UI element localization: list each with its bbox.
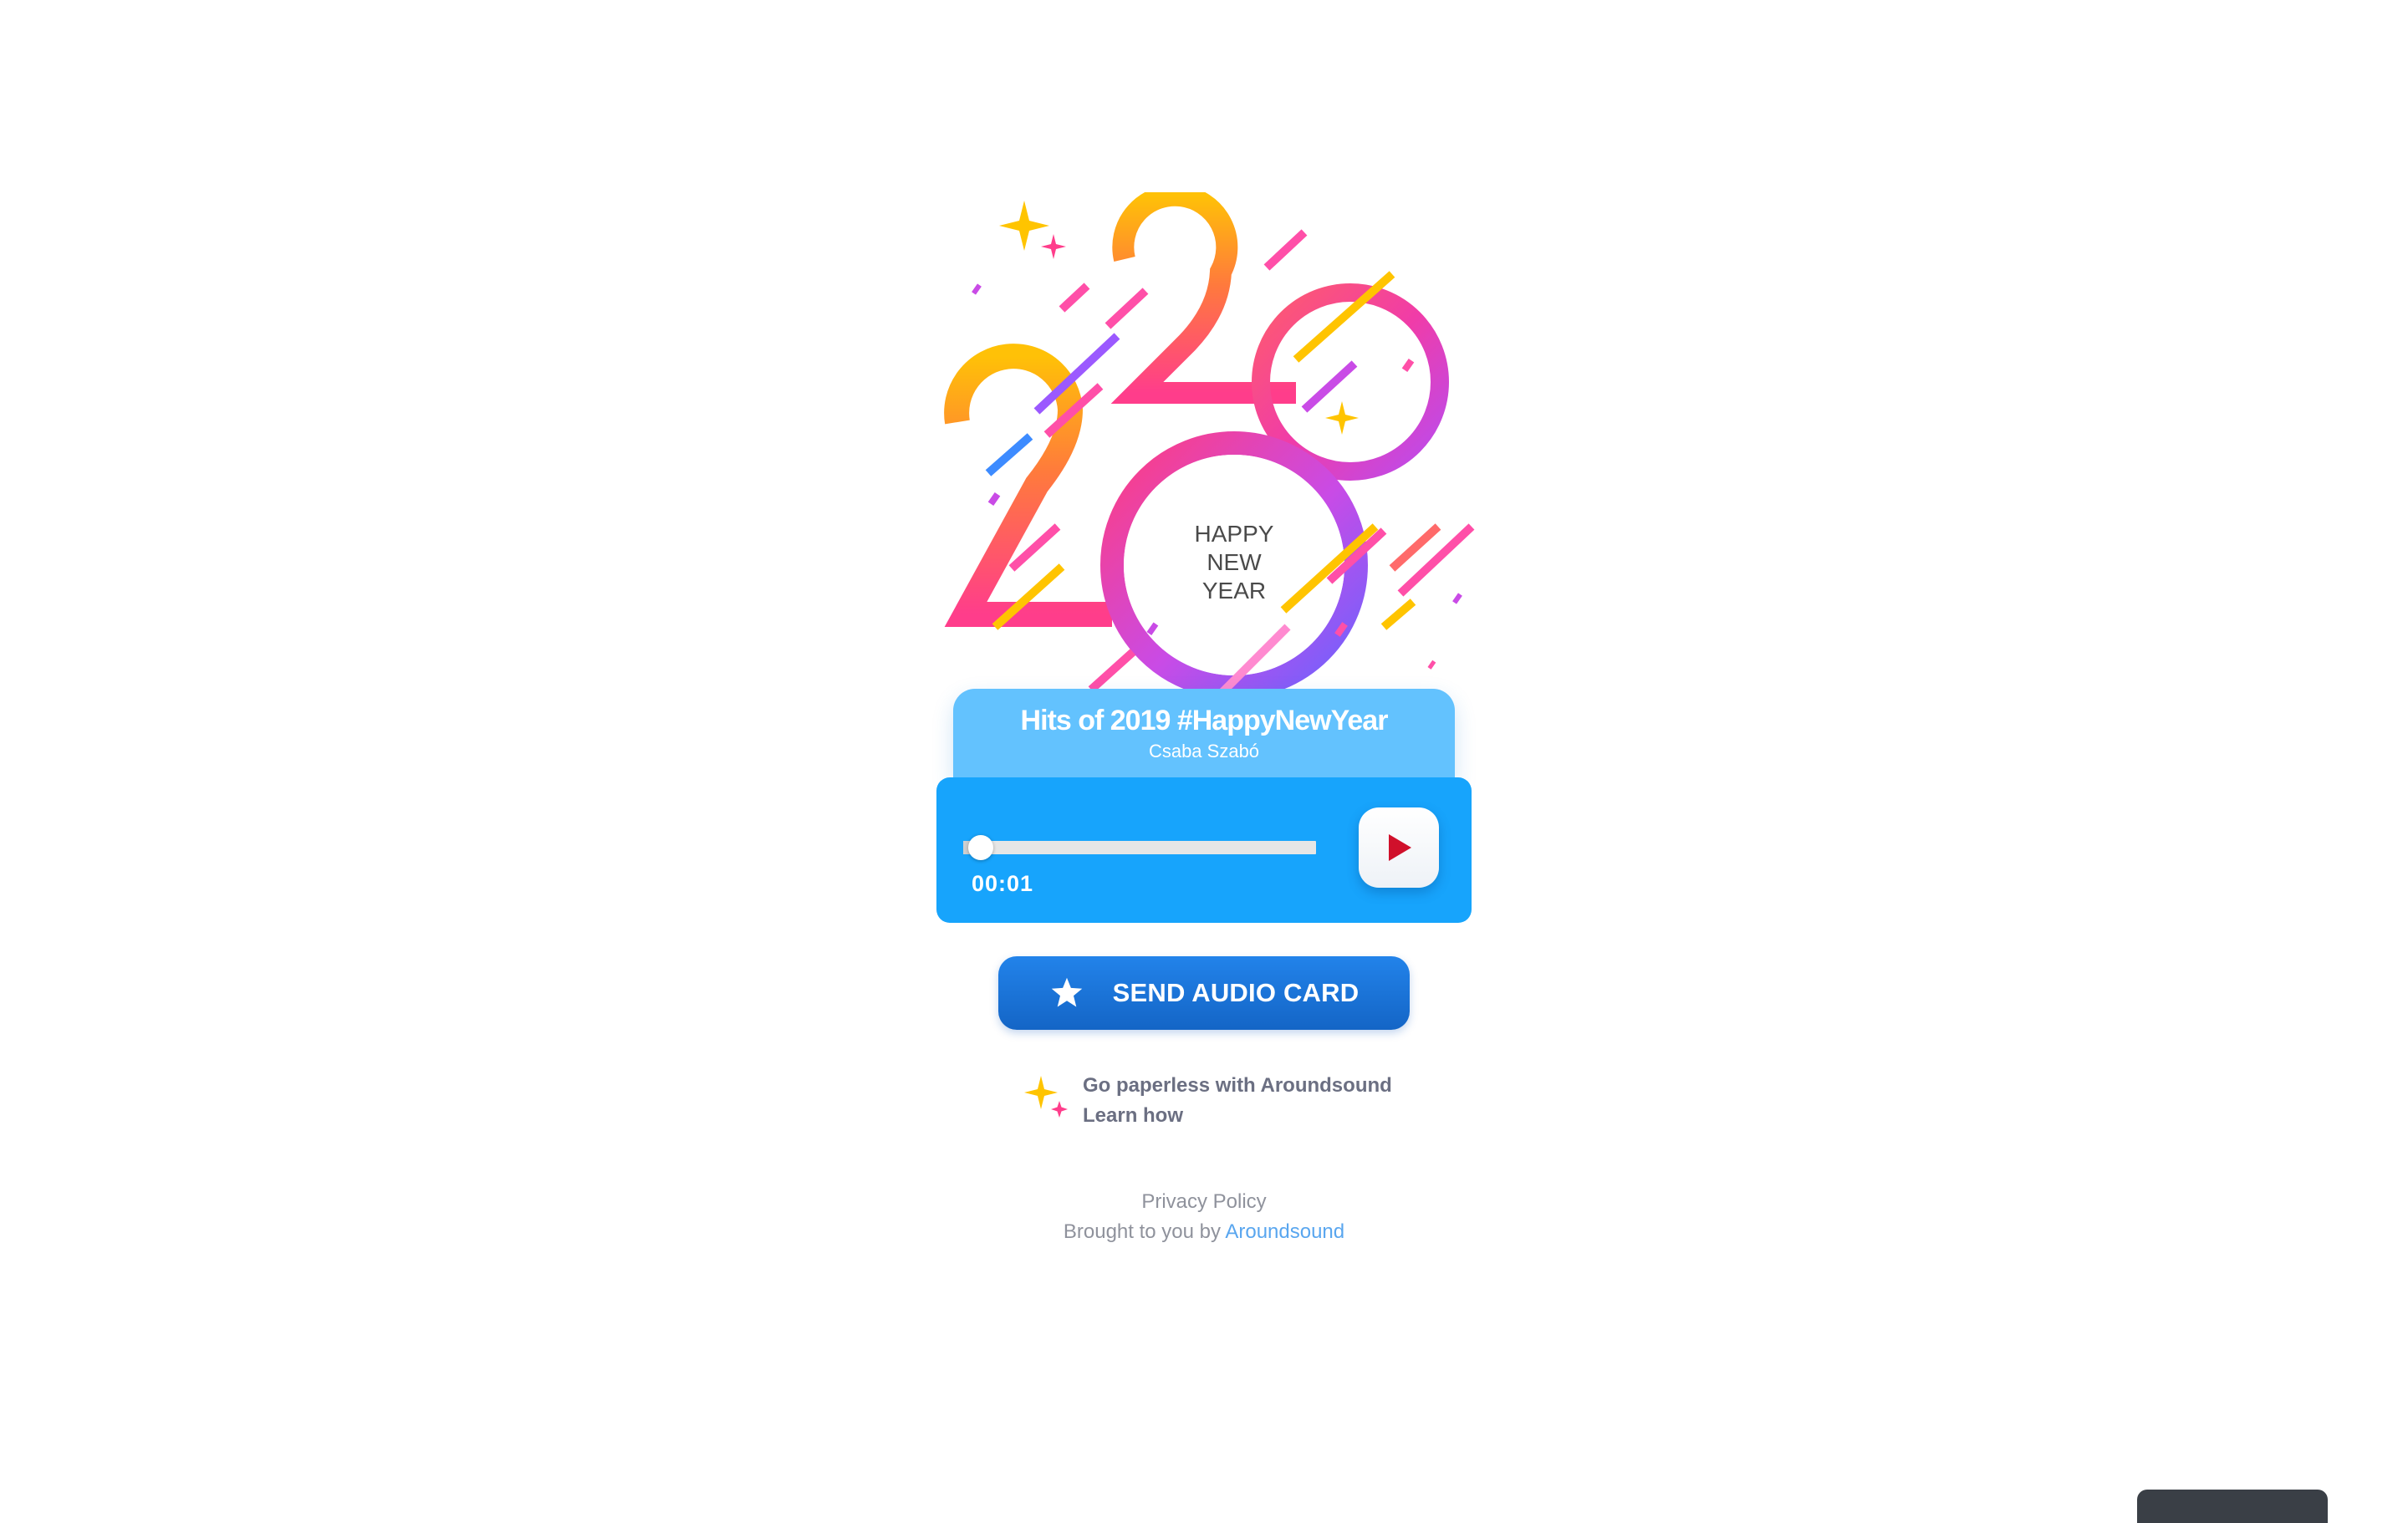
star-icon (1051, 977, 1082, 1007)
corner-widget-tab[interactable] (2137, 1490, 2328, 1523)
play-button[interactable] (1359, 807, 1439, 888)
track-title: Hits of 2019 #HappyNewYear (1020, 705, 1389, 736)
current-time: 00:01 (972, 871, 1034, 896)
track-title-card: Hits of 2019 #HappyNewYear Csaba Szabó (953, 689, 1455, 782)
progress-knob[interactable] (968, 835, 994, 860)
promo-text: Go paperless with Aroundsound (1083, 1074, 1392, 1097)
sparkle-star (999, 201, 1049, 251)
greeting-line: YEAR (1202, 578, 1266, 604)
brought-by-text: Brought to you by (1063, 1220, 1221, 1243)
sparkle-icon (1024, 1076, 1068, 1118)
play-icon (1389, 834, 1411, 861)
footer: Privacy Policy Brought to you by Arounds… (995, 1187, 1413, 1247)
happy-new-year-2020-artwork: HAPPY NEW YEAR (944, 192, 1475, 699)
sparkle-star (1325, 401, 1359, 435)
greeting-line: HAPPY (1195, 521, 1274, 547)
sparkle-star (1041, 234, 1066, 259)
aroundsound-link[interactable]: Aroundsound (1225, 1220, 1344, 1243)
promo-section: Go paperless with Aroundsound Learn how (1024, 1072, 1409, 1139)
send-button-label: SEND AUDIO CARD (1112, 978, 1360, 1007)
learn-how-link[interactable]: Learn how (1083, 1104, 1183, 1128)
track-artist: Csaba Szabó (1148, 741, 1260, 762)
progress-bar[interactable] (963, 835, 1316, 860)
greeting-line: NEW (1207, 549, 1262, 575)
send-audio-card-button[interactable]: SEND AUDIO CARD (998, 956, 1410, 1030)
audio-player: 00:01 (936, 777, 1472, 923)
privacy-policy-link[interactable]: Privacy Policy (1141, 1190, 1266, 1213)
